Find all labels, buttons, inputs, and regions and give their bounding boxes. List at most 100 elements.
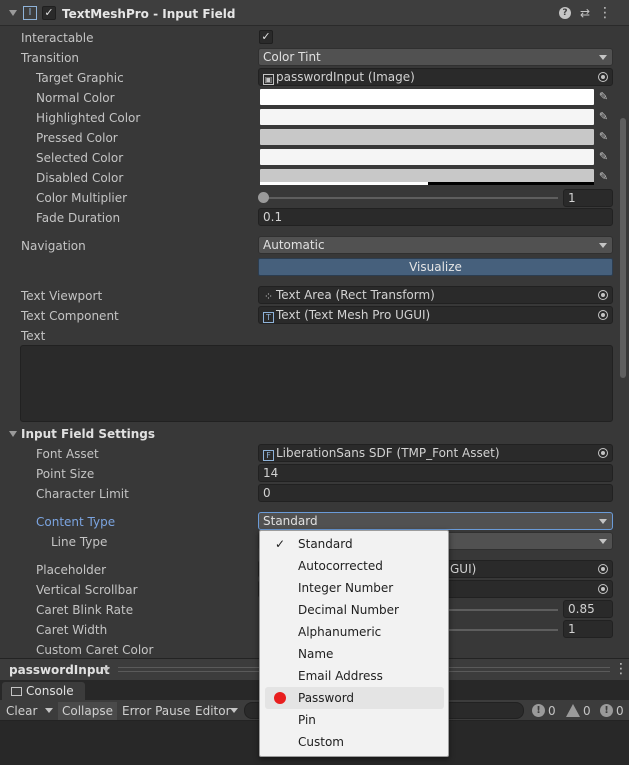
- console-tab[interactable]: Console: [2, 682, 85, 701]
- menu-item-name[interactable]: Name: [265, 643, 444, 665]
- eyedropper-icon[interactable]: ✎: [596, 149, 611, 164]
- menu-item-email-address[interactable]: Email Address: [265, 665, 444, 687]
- foldout-arrow-icon[interactable]: [9, 10, 17, 16]
- transition-dropdown[interactable]: Color Tint: [258, 48, 613, 66]
- menu-item-custom[interactable]: Custom: [265, 731, 444, 753]
- object-picker-icon[interactable]: [598, 290, 608, 300]
- enabled-checkbox[interactable]: ✓: [42, 6, 56, 20]
- target-graphic-field[interactable]: ▣ passwordInput (Image): [258, 68, 613, 86]
- clear-options-icon[interactable]: [45, 708, 53, 713]
- caret-width-value: 1: [568, 622, 576, 636]
- chevron-down-icon: [230, 708, 238, 713]
- disabled-color-alpha-bar: [260, 182, 428, 185]
- character-limit-value: 0: [263, 486, 271, 500]
- text-area[interactable]: [20, 345, 613, 422]
- disabled-color-label: Disabled Color: [36, 171, 124, 185]
- object-picker-icon[interactable]: [598, 584, 608, 594]
- error-count-toggle[interactable]: ! 0: [598, 703, 628, 719]
- content-type-dropdown[interactable]: Standard: [258, 512, 613, 530]
- object-picker-icon[interactable]: [598, 72, 608, 82]
- point-size-field[interactable]: 14: [258, 464, 613, 482]
- eyedropper-icon[interactable]: ✎: [596, 109, 611, 124]
- disabled-color-alpha-bar-dark: [428, 182, 594, 185]
- transition-value: Color Tint: [263, 50, 321, 64]
- editor-label: Editor: [195, 704, 231, 718]
- menu-item-label: Password: [298, 691, 355, 705]
- font-asset-field[interactable]: F LiberationSans SDF (TMP_Font Asset): [258, 444, 613, 462]
- content-type-menu[interactable]: ✓ Standard Autocorrected Integer Number …: [259, 530, 449, 757]
- object-picker-icon[interactable]: [598, 564, 608, 574]
- text-viewport-label: Text Viewport: [21, 289, 103, 303]
- preview-menu-icon[interactable]: ⋮: [614, 661, 628, 677]
- clear-button[interactable]: Clear: [2, 702, 41, 720]
- fade-duration-field[interactable]: 0.1: [258, 208, 613, 226]
- warning-count-toggle[interactable]: 0: [564, 703, 594, 719]
- editor-dropdown[interactable]: Editor: [191, 702, 235, 720]
- menu-item-password[interactable]: Password: [265, 687, 444, 709]
- clear-label: Clear: [6, 704, 38, 718]
- error-pause-toggle[interactable]: Error Pause: [118, 702, 194, 720]
- chevron-down-icon: [599, 539, 607, 544]
- pressed-color-swatch[interactable]: [260, 129, 594, 145]
- object-name-dropdown-icon[interactable]: [102, 667, 110, 672]
- text-component-label: Text Component: [21, 309, 119, 323]
- menu-item-pin[interactable]: Pin: [265, 709, 444, 731]
- text-viewport-field[interactable]: ⁘ Text Area (Rect Transform): [258, 286, 613, 304]
- console-tab-label: Console: [26, 684, 74, 698]
- content-type-label: Content Type: [36, 515, 116, 529]
- navigation-label: Navigation: [21, 239, 86, 253]
- error-count: 0: [616, 704, 624, 718]
- target-graphic-label: Target Graphic: [36, 71, 124, 85]
- visualize-button[interactable]: Visualize: [258, 258, 613, 276]
- color-multiplier-label: Color Multiplier: [36, 191, 128, 205]
- caret-blink-rate-field[interactable]: 0.85: [563, 600, 613, 618]
- vertical-scrollbar-label: Vertical Scrollbar: [36, 583, 138, 597]
- component-header[interactable]: I ✓ TextMeshPro - Input Field ? ⇄ ⋮: [0, 0, 629, 26]
- scrollbar-thumb[interactable]: [620, 118, 626, 378]
- fade-duration-value: 0.1: [263, 210, 283, 224]
- menu-item-autocorrected[interactable]: Autocorrected: [265, 555, 444, 577]
- eyedropper-icon[interactable]: ✎: [596, 89, 611, 104]
- font-asset-value: LiberationSans SDF (TMP_Font Asset): [276, 446, 500, 460]
- menu-item-integer-number[interactable]: Integer Number: [265, 577, 444, 599]
- input-field-icon: I: [23, 6, 37, 20]
- settings-foldout-arrow-icon[interactable]: [9, 431, 17, 437]
- character-limit-field[interactable]: 0: [258, 484, 613, 502]
- inspector-scrollbar[interactable]: [617, 26, 629, 658]
- font-asset-icon: F: [263, 450, 274, 461]
- menu-item-standard[interactable]: ✓ Standard: [265, 533, 444, 555]
- normal-color-swatch[interactable]: [260, 89, 594, 105]
- color-multiplier-slider-thumb[interactable]: [258, 192, 269, 203]
- eyedropper-icon[interactable]: ✎: [596, 129, 611, 144]
- eyedropper-icon[interactable]: ✎: [596, 169, 611, 184]
- context-menu-icon[interactable]: ⋮: [598, 5, 612, 21]
- color-multiplier-slider-track[interactable]: [262, 197, 558, 199]
- content-type-value: Standard: [263, 514, 318, 528]
- text-component-field[interactable]: T Text (Text Mesh Pro UGUI): [258, 306, 613, 324]
- highlighted-color-swatch[interactable]: [260, 109, 594, 125]
- object-picker-icon[interactable]: [598, 310, 608, 320]
- caret-width-field[interactable]: 1: [563, 620, 613, 638]
- interactable-label: Interactable: [21, 31, 94, 45]
- chevron-down-icon: [599, 55, 607, 60]
- pressed-color-label: Pressed Color: [36, 131, 118, 145]
- settings-header[interactable]: Input Field Settings: [21, 426, 155, 442]
- collapse-toggle[interactable]: Collapse: [58, 702, 117, 720]
- menu-item-alphanumeric[interactable]: Alphanumeric: [265, 621, 444, 643]
- object-name-label[interactable]: passwordInput: [9, 662, 110, 678]
- info-count-toggle[interactable]: ! 0: [530, 703, 560, 719]
- navigation-dropdown[interactable]: Automatic: [258, 236, 613, 254]
- color-multiplier-field[interactable]: 1: [563, 189, 613, 207]
- help-icon[interactable]: ?: [559, 7, 571, 19]
- checkmark-icon: ✓: [275, 537, 286, 551]
- menu-item-decimal-number[interactable]: Decimal Number: [265, 599, 444, 621]
- warning-count: 0: [583, 704, 591, 718]
- chevron-down-icon: [599, 243, 607, 248]
- caret-blink-rate-value: 0.85: [568, 602, 595, 616]
- interactable-checkbox[interactable]: ✓: [259, 30, 273, 44]
- object-picker-icon[interactable]: [598, 448, 608, 458]
- selected-color-swatch[interactable]: [260, 149, 594, 165]
- placeholder-value: GUI): [450, 562, 477, 576]
- text-mesh-pro-icon: T: [263, 312, 274, 323]
- presets-icon[interactable]: ⇄: [578, 5, 592, 21]
